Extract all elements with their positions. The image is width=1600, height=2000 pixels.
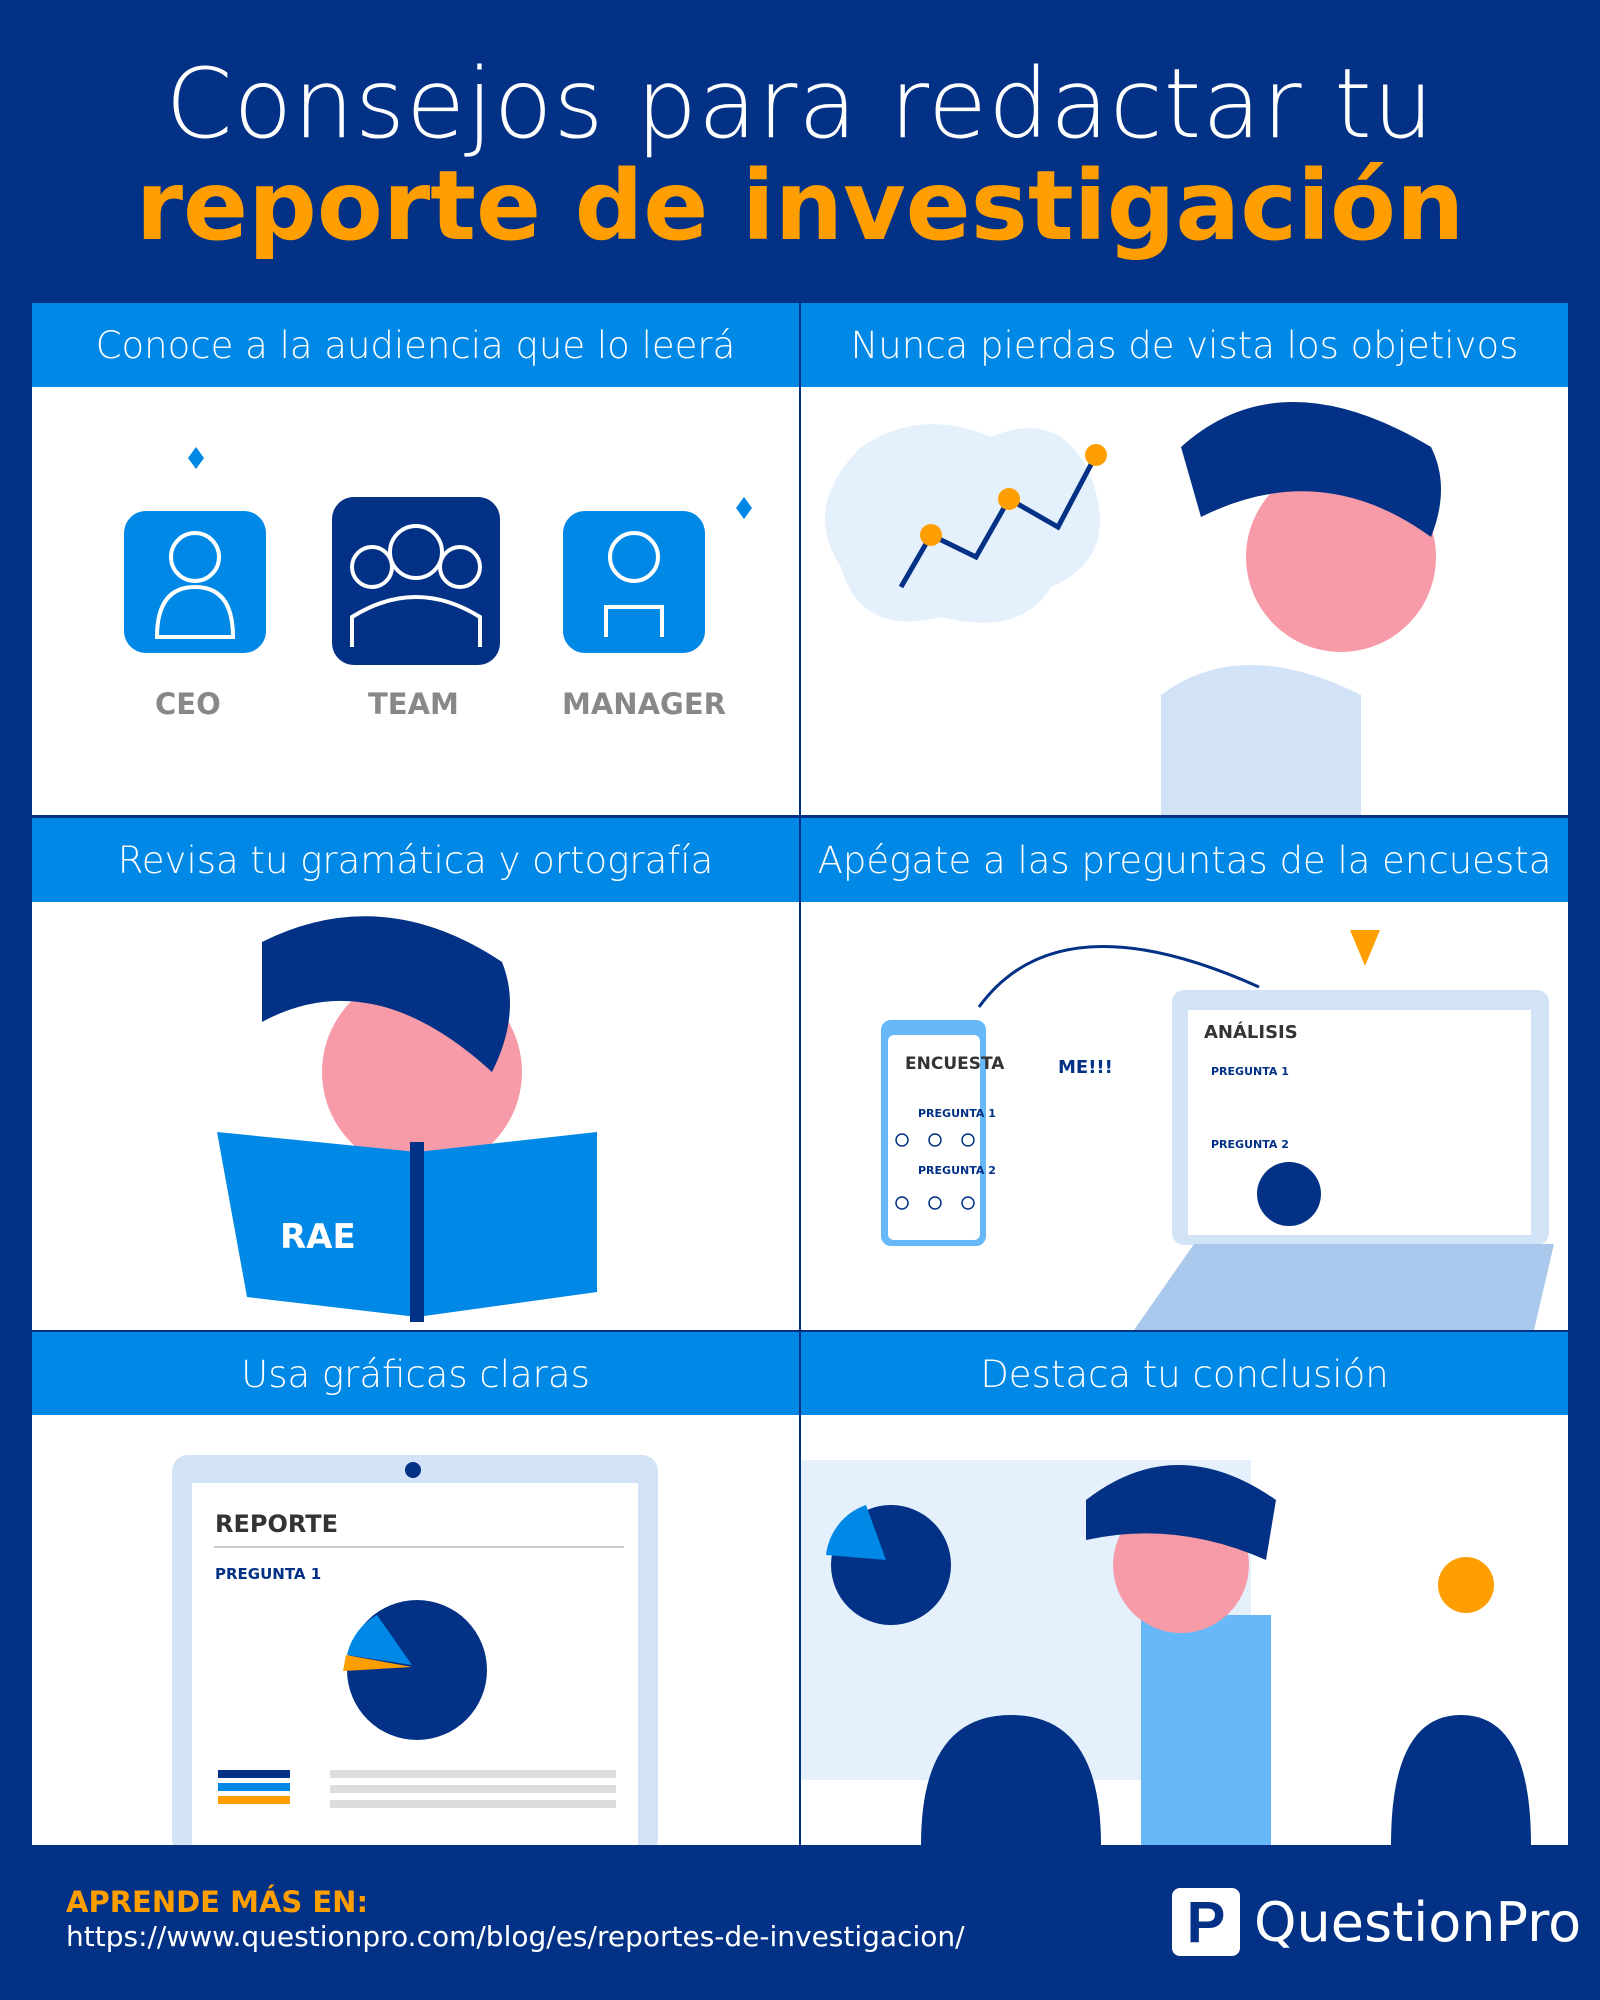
book-label: RAE [280,1217,356,1257]
label-ceo: CEO [155,687,221,721]
lightbulb-icon [1438,1557,1494,1613]
tip-heading-survey: Apégate a las preguntas de la encuesta [801,818,1568,902]
tip-heading-conclusion: Destaca tu conclusión [801,1332,1568,1416]
label-manager: MANAGER [562,687,726,721]
report-question-1: PREGUNTA 1 [215,1565,322,1583]
panel-conclusion [801,1415,1568,1845]
person-frustrated [1161,665,1361,815]
title-line-2: reporte de investigación [135,150,1465,262]
title-line-1: Consejos para redactar tu [165,48,1435,160]
marker-icon [1350,930,1380,966]
laptop-title: ANÁLISIS [1204,1022,1298,1043]
label-team: TEAM [368,687,459,721]
laptop-question-2: PREGUNTA 2 [1211,1138,1289,1151]
questionpro-logo: P QuestionPro [1172,1888,1581,1956]
tip-heading-charts: Usa gráficas claras [32,1332,799,1416]
tip-heading-grammar: Revisa tu gramática y ortografía [32,818,799,902]
phone-title: ENCUESTA [905,1054,1005,1074]
learn-more-label: APRENDE MÁS EN: [66,1885,369,1919]
logo-mark-icon: P [1172,1888,1240,1956]
panel-audience: CEO TEAM MANAGER [32,387,799,815]
pie-chart-icon [1257,1162,1321,1226]
panel-survey: ENCUESTA PREGUNTA 1 PREGUNTA 2 ME!!! ANÁ… [801,902,1568,1330]
phone-question-1: PREGUNTA 1 [918,1107,996,1120]
tip-heading-objectives: Nunca pierdas de vista los objetivos [801,303,1568,387]
panel-grammar: RAE [32,902,799,1330]
report-title: REPORTE [215,1510,339,1538]
panel-charts: REPORTE PREGUNTA 1 [32,1415,799,1845]
phone-question-2: PREGUNTA 2 [918,1164,996,1177]
laptop-question-1: PREGUNTA 1 [1211,1065,1289,1078]
sparkle-icon [188,447,204,469]
footer-url[interactable]: https://www.questionpro.com/blog/es/repo… [66,1920,965,1953]
brand-name: QuestionPro [1254,1890,1582,1954]
panel-objectives [801,387,1568,815]
speech-text: ME!!! [1058,1057,1113,1078]
presenter [1141,1615,1271,1845]
tip-heading-audience: Conoce a la audiencia que lo leerá [32,303,799,387]
